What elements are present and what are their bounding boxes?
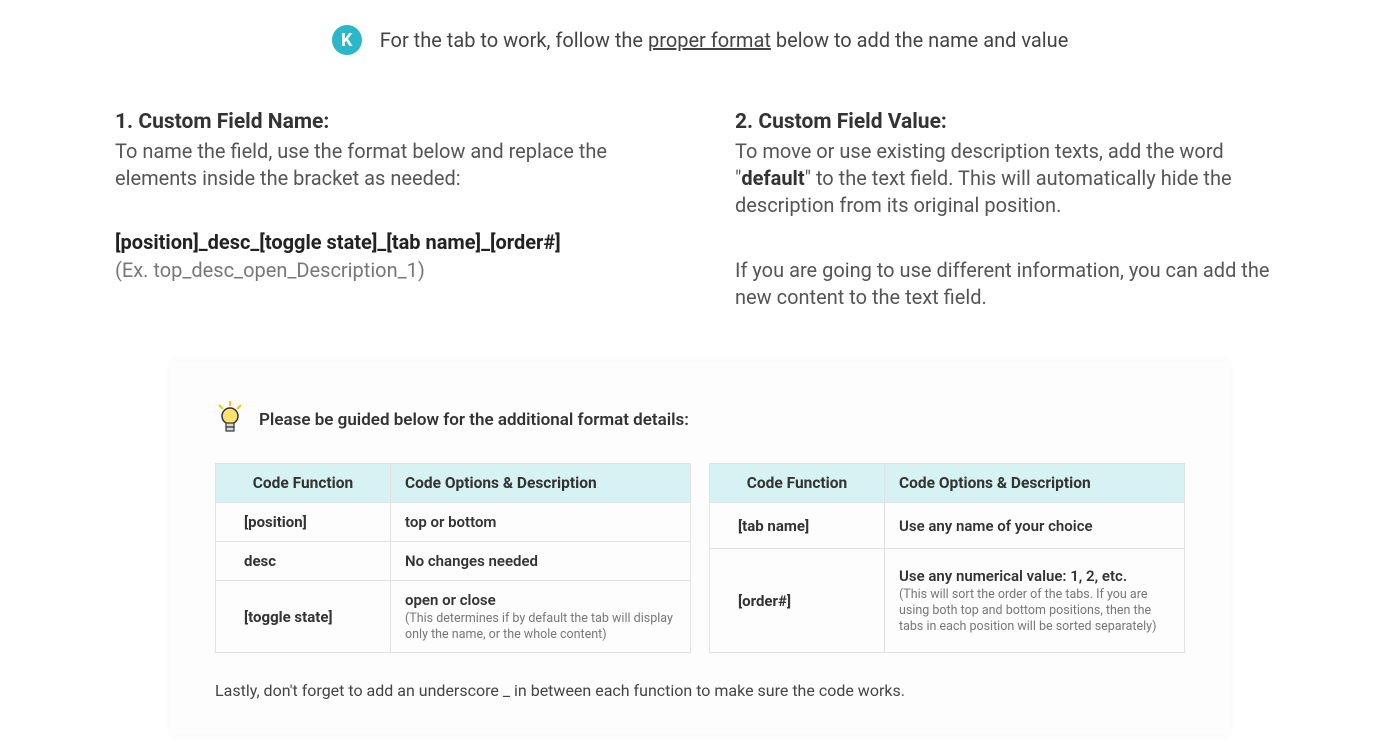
custom-field-name-section: 1. Custom Field Name: To name the field,… [115,110,665,311]
guide-header: Please be guided below for the additiona… [215,401,1185,439]
table-header-row: Code Function Code Options & Description [710,464,1185,503]
table-row: [order#] Use any numerical value: 1, 2, … [710,549,1185,653]
guide-header-text: Please be guided below for the additiona… [259,410,689,430]
th-code-function: Code Function [710,464,885,503]
cell-desc: No changes needed [391,542,691,581]
banner-text-after: below to add the name and value [771,28,1068,52]
section2-para1-after: " to the text field. This will automatic… [735,166,1232,217]
section1-intro: To name the field, use the format below … [115,138,665,192]
section1-pattern: [position]_desc_[toggle state]_[tab name… [115,230,665,254]
table-row: [toggle state] open or close (This deter… [216,581,691,653]
th-code-function: Code Function [216,464,391,503]
section2-para1: To move or use existing description text… [735,138,1285,219]
cell-fn: [toggle state] [216,581,391,653]
cell-desc-sub: (This determines if by default the tab w… [405,611,676,642]
table-header-row: Code Function Code Options & Description [216,464,691,503]
cell-desc-sub: (This will sort the order of the tabs. I… [899,587,1170,634]
banner-text-underlined: proper format [648,28,771,52]
format-guide-card: Please be guided below for the additiona… [170,361,1230,735]
custom-field-value-section: 2. Custom Field Value: To move or use ex… [735,110,1285,311]
section1-title: 1. Custom Field Name: [115,110,665,134]
section2-para2: If you are going to use different inform… [735,257,1285,311]
section2-title: 2. Custom Field Value: [735,110,1285,134]
banner-text-before: For the tab to work, follow the [380,28,648,52]
cell-fn: desc [216,542,391,581]
cell-fn: [tab name] [710,503,885,549]
cell-desc: Use any name of your choice [885,503,1185,549]
cell-desc-main: open or close [405,591,496,609]
cell-fn: [order#] [710,549,885,653]
format-table-left: Code Function Code Options & Description… [215,463,691,653]
instruction-banner: K For the tab to work, follow the proper… [115,25,1285,55]
th-code-options: Code Options & Description [391,464,691,503]
banner-text: For the tab to work, follow the proper f… [380,28,1069,52]
format-table-right: Code Function Code Options & Description… [709,463,1185,653]
cell-desc-main: Use any numerical value: 1, 2, etc. [899,567,1127,585]
lightbulb-icon [215,401,245,439]
cell-desc: top or bottom [391,503,691,542]
table-row: [tab name] Use any name of your choice [710,503,1185,549]
guide-tables-row: Code Function Code Options & Description… [215,463,1185,653]
cell-desc: Use any numerical value: 1, 2, etc. (Thi… [885,549,1185,653]
section1-example: (Ex. top_desc_open_Description_1) [115,258,665,282]
guide-footer-note: Lastly, don't forget to add an underscor… [215,681,1185,700]
k-badge-icon: K [332,25,362,55]
section2-para1-bold: default [741,166,804,190]
th-code-options: Code Options & Description [885,464,1185,503]
cell-fn: [position] [216,503,391,542]
table-row: [position] top or bottom [216,503,691,542]
cell-desc: open or close (This determines if by def… [391,581,691,653]
field-instructions-row: 1. Custom Field Name: To name the field,… [115,110,1285,311]
table-row: desc No changes needed [216,542,691,581]
